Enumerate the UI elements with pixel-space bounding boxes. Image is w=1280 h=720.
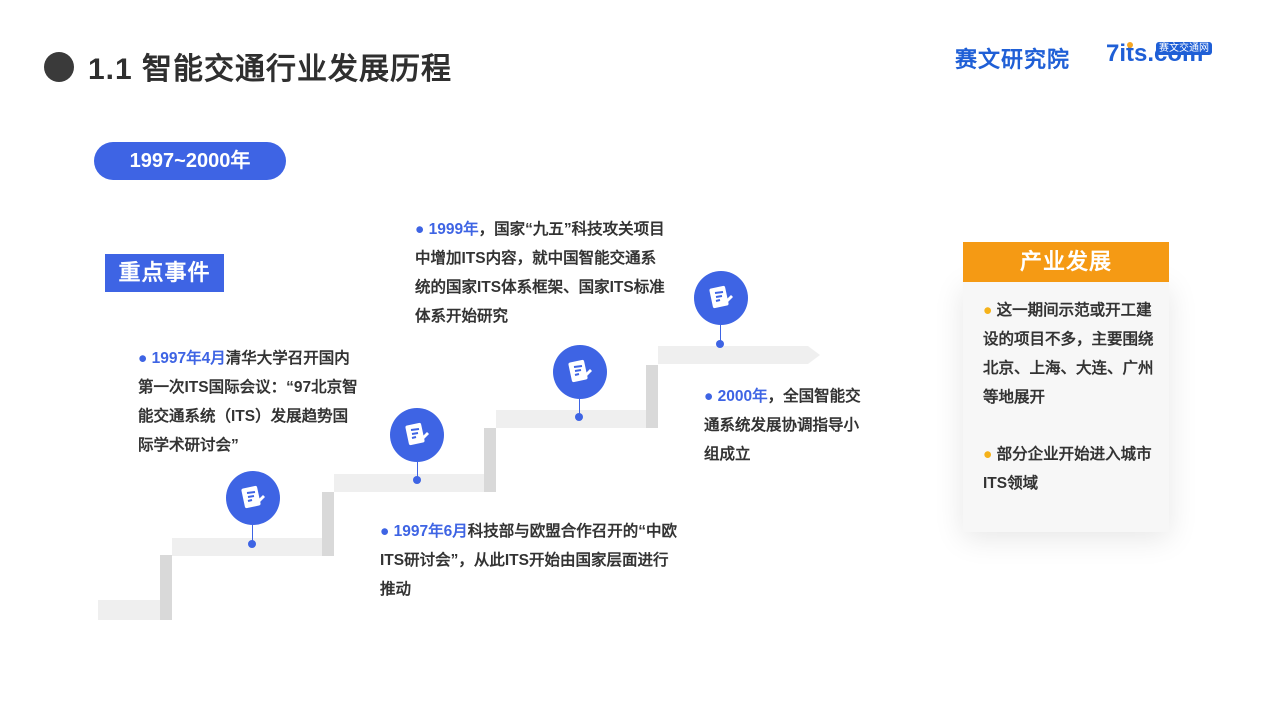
marker-dot <box>248 540 256 548</box>
event-2000: ● 2000年，全国智能交通系统发展协调指导小组成立 <box>704 382 869 469</box>
event-date: 1999年 <box>428 221 479 238</box>
marker-dot <box>575 413 583 421</box>
page-title: 1.1 智能交通行业发展历程 <box>88 53 453 86</box>
marker-stem <box>720 325 721 341</box>
logo-saiwen: 赛文研究院 <box>955 47 1071 72</box>
logo-7its-tag: 赛文交通网 <box>1156 42 1212 55</box>
note-pen-icon <box>553 345 607 399</box>
title-bullet-icon <box>44 52 74 82</box>
marker-stem <box>579 399 580 414</box>
note-pen-icon <box>226 471 280 525</box>
industry-item-text: 部分企业开始进入城市ITS领域 <box>983 446 1152 492</box>
event-date: 1997年4月 <box>151 350 226 367</box>
industry-item: ● 部分企业开始进入城市ITS领域 <box>983 440 1163 498</box>
industry-item: ● 这一期间示范或开工建设的项目不多，主要围绕北京、上海、大连、广州等地展开 <box>983 296 1163 412</box>
bullet-icon: ● <box>704 388 718 405</box>
event-date: 2000年 <box>717 388 768 405</box>
industry-title: 产业发展 <box>963 242 1169 282</box>
bullet-icon: ● <box>138 350 152 367</box>
logo-7its-prefix: 7 <box>1106 40 1120 67</box>
logo-dot-icon <box>1127 42 1133 48</box>
event-1997-apr: ● 1997年4月清华大学召开国内第一次ITS国际会议：“97北京智能交通系统（… <box>138 344 363 460</box>
note-pen-icon <box>694 271 748 325</box>
period-badge: 1997~2000年 <box>94 142 286 180</box>
bullet-icon: ● <box>380 523 394 540</box>
event-1997-jun: ● 1997年6月科技部与欧盟合作召开的“中欧ITS研讨会”，从此ITS开始由国… <box>380 517 678 604</box>
key-events-label: 重点事件 <box>105 254 224 292</box>
industry-item-text: 这一期间示范或开工建设的项目不多，主要围绕北京、上海、大连、广州等地展开 <box>983 302 1154 406</box>
event-date: 1997年6月 <box>393 523 468 540</box>
bullet-icon: ● <box>983 302 997 319</box>
note-pen-icon <box>390 408 444 462</box>
marker-dot <box>716 340 724 348</box>
event-1999: ● 1999年，国家“九五”科技攻关项目中增加ITS内容，就中国智能交通系统的国… <box>415 215 670 331</box>
bullet-icon: ● <box>415 221 429 238</box>
marker-dot <box>413 476 421 484</box>
bullet-icon: ● <box>983 446 997 463</box>
